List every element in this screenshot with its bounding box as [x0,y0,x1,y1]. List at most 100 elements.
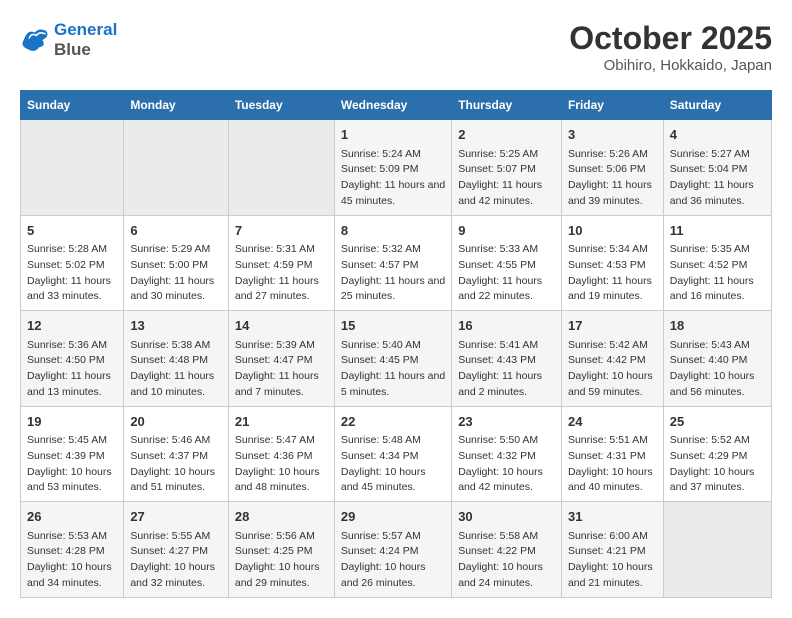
day-number: 23 [458,412,555,432]
day-info: Sunrise: 5:50 AMSunset: 4:32 PMDaylight:… [458,433,555,496]
day-info: Sunrise: 5:47 AMSunset: 4:36 PMDaylight:… [235,433,328,496]
day-info: Sunrise: 5:38 AMSunset: 4:48 PMDaylight:… [130,338,222,401]
calendar-cell: 3Sunrise: 5:26 AMSunset: 5:06 PMDaylight… [561,120,663,216]
day-info: Sunrise: 5:55 AMSunset: 4:27 PMDaylight:… [130,529,222,592]
day-number: 10 [568,221,657,241]
day-info: Sunrise: 5:28 AMSunset: 5:02 PMDaylight:… [27,242,117,305]
calendar-cell: 27Sunrise: 5:55 AMSunset: 4:27 PMDayligh… [124,502,229,598]
day-info: Sunrise: 5:24 AMSunset: 5:09 PMDaylight:… [341,147,445,210]
week-row-2: 5Sunrise: 5:28 AMSunset: 5:02 PMDaylight… [21,215,772,311]
logo-text: General Blue [54,20,117,61]
day-number: 21 [235,412,328,432]
day-number: 29 [341,507,445,527]
day-info: Sunrise: 5:53 AMSunset: 4:28 PMDaylight:… [27,529,117,592]
logo: General Blue [20,20,117,61]
day-info: Sunrise: 5:58 AMSunset: 4:22 PMDaylight:… [458,529,555,592]
calendar-cell: 14Sunrise: 5:39 AMSunset: 4:47 PMDayligh… [228,311,334,407]
calendar-cell [228,120,334,216]
day-info: Sunrise: 5:42 AMSunset: 4:42 PMDaylight:… [568,338,657,401]
calendar-cell: 19Sunrise: 5:45 AMSunset: 4:39 PMDayligh… [21,406,124,502]
week-row-4: 19Sunrise: 5:45 AMSunset: 4:39 PMDayligh… [21,406,772,502]
day-info: Sunrise: 5:36 AMSunset: 4:50 PMDaylight:… [27,338,117,401]
calendar-cell [21,120,124,216]
title-block: October 2025 Obihiro, Hokkaido, Japan [569,20,772,74]
day-info: Sunrise: 5:31 AMSunset: 4:59 PMDaylight:… [235,242,328,305]
weekday-header-sunday: Sunday [21,91,124,120]
day-number: 17 [568,316,657,336]
calendar-cell: 8Sunrise: 5:32 AMSunset: 4:57 PMDaylight… [334,215,451,311]
week-row-1: 1Sunrise: 5:24 AMSunset: 5:09 PMDaylight… [21,120,772,216]
day-info: Sunrise: 5:45 AMSunset: 4:39 PMDaylight:… [27,433,117,496]
calendar-cell: 20Sunrise: 5:46 AMSunset: 4:37 PMDayligh… [124,406,229,502]
day-number: 18 [670,316,765,336]
day-info: Sunrise: 5:29 AMSunset: 5:00 PMDaylight:… [130,242,222,305]
calendar-cell: 10Sunrise: 5:34 AMSunset: 4:53 PMDayligh… [561,215,663,311]
calendar-cell [124,120,229,216]
calendar-cell: 22Sunrise: 5:48 AMSunset: 4:34 PMDayligh… [334,406,451,502]
day-number: 25 [670,412,765,432]
day-info: Sunrise: 5:32 AMSunset: 4:57 PMDaylight:… [341,242,445,305]
day-number: 30 [458,507,555,527]
day-info: Sunrise: 5:26 AMSunset: 5:06 PMDaylight:… [568,147,657,210]
calendar-cell: 5Sunrise: 5:28 AMSunset: 5:02 PMDaylight… [21,215,124,311]
weekday-header-wednesday: Wednesday [334,91,451,120]
weekday-header-friday: Friday [561,91,663,120]
weekday-header-thursday: Thursday [452,91,562,120]
week-row-3: 12Sunrise: 5:36 AMSunset: 4:50 PMDayligh… [21,311,772,407]
day-info: Sunrise: 5:48 AMSunset: 4:34 PMDaylight:… [341,433,445,496]
day-number: 13 [130,316,222,336]
day-number: 8 [341,221,445,241]
day-info: Sunrise: 5:52 AMSunset: 4:29 PMDaylight:… [670,433,765,496]
calendar-cell: 26Sunrise: 5:53 AMSunset: 4:28 PMDayligh… [21,502,124,598]
calendar-table: SundayMondayTuesdayWednesdayThursdayFrid… [20,90,772,598]
calendar-cell: 28Sunrise: 5:56 AMSunset: 4:25 PMDayligh… [228,502,334,598]
day-info: Sunrise: 5:34 AMSunset: 4:53 PMDaylight:… [568,242,657,305]
weekday-header-row: SundayMondayTuesdayWednesdayThursdayFrid… [21,91,772,120]
day-info: Sunrise: 5:56 AMSunset: 4:25 PMDaylight:… [235,529,328,592]
day-info: Sunrise: 5:40 AMSunset: 4:45 PMDaylight:… [341,338,445,401]
calendar-cell: 18Sunrise: 5:43 AMSunset: 4:40 PMDayligh… [663,311,771,407]
day-info: Sunrise: 5:46 AMSunset: 4:37 PMDaylight:… [130,433,222,496]
day-number: 4 [670,125,765,145]
day-info: Sunrise: 5:41 AMSunset: 4:43 PMDaylight:… [458,338,555,401]
calendar-cell: 4Sunrise: 5:27 AMSunset: 5:04 PMDaylight… [663,120,771,216]
day-number: 19 [27,412,117,432]
day-number: 31 [568,507,657,527]
day-number: 9 [458,221,555,241]
day-number: 24 [568,412,657,432]
day-info: Sunrise: 5:33 AMSunset: 4:55 PMDaylight:… [458,242,555,305]
day-number: 3 [568,125,657,145]
calendar-cell: 25Sunrise: 5:52 AMSunset: 4:29 PMDayligh… [663,406,771,502]
calendar-cell: 15Sunrise: 5:40 AMSunset: 4:45 PMDayligh… [334,311,451,407]
calendar-cell: 30Sunrise: 5:58 AMSunset: 4:22 PMDayligh… [452,502,562,598]
month-title: October 2025 [569,20,772,57]
weekday-header-saturday: Saturday [663,91,771,120]
day-number: 6 [130,221,222,241]
calendar-cell: 7Sunrise: 5:31 AMSunset: 4:59 PMDaylight… [228,215,334,311]
calendar-cell: 23Sunrise: 5:50 AMSunset: 4:32 PMDayligh… [452,406,562,502]
day-number: 2 [458,125,555,145]
calendar-cell: 11Sunrise: 5:35 AMSunset: 4:52 PMDayligh… [663,215,771,311]
calendar-cell: 13Sunrise: 5:38 AMSunset: 4:48 PMDayligh… [124,311,229,407]
day-info: Sunrise: 6:00 AMSunset: 4:21 PMDaylight:… [568,529,657,592]
day-number: 5 [27,221,117,241]
calendar-cell: 17Sunrise: 5:42 AMSunset: 4:42 PMDayligh… [561,311,663,407]
day-number: 15 [341,316,445,336]
day-number: 14 [235,316,328,336]
location-subtitle: Obihiro, Hokkaido, Japan [569,57,772,74]
day-info: Sunrise: 5:39 AMSunset: 4:47 PMDaylight:… [235,338,328,401]
calendar-cell: 1Sunrise: 5:24 AMSunset: 5:09 PMDaylight… [334,120,451,216]
day-number: 28 [235,507,328,527]
day-number: 11 [670,221,765,241]
calendar-cell: 6Sunrise: 5:29 AMSunset: 5:00 PMDaylight… [124,215,229,311]
calendar-cell: 12Sunrise: 5:36 AMSunset: 4:50 PMDayligh… [21,311,124,407]
day-info: Sunrise: 5:35 AMSunset: 4:52 PMDaylight:… [670,242,765,305]
week-row-5: 26Sunrise: 5:53 AMSunset: 4:28 PMDayligh… [21,502,772,598]
day-number: 26 [27,507,117,527]
day-number: 27 [130,507,222,527]
day-info: Sunrise: 5:57 AMSunset: 4:24 PMDaylight:… [341,529,445,592]
calendar-cell: 9Sunrise: 5:33 AMSunset: 4:55 PMDaylight… [452,215,562,311]
day-info: Sunrise: 5:25 AMSunset: 5:07 PMDaylight:… [458,147,555,210]
day-number: 20 [130,412,222,432]
calendar-cell: 31Sunrise: 6:00 AMSunset: 4:21 PMDayligh… [561,502,663,598]
